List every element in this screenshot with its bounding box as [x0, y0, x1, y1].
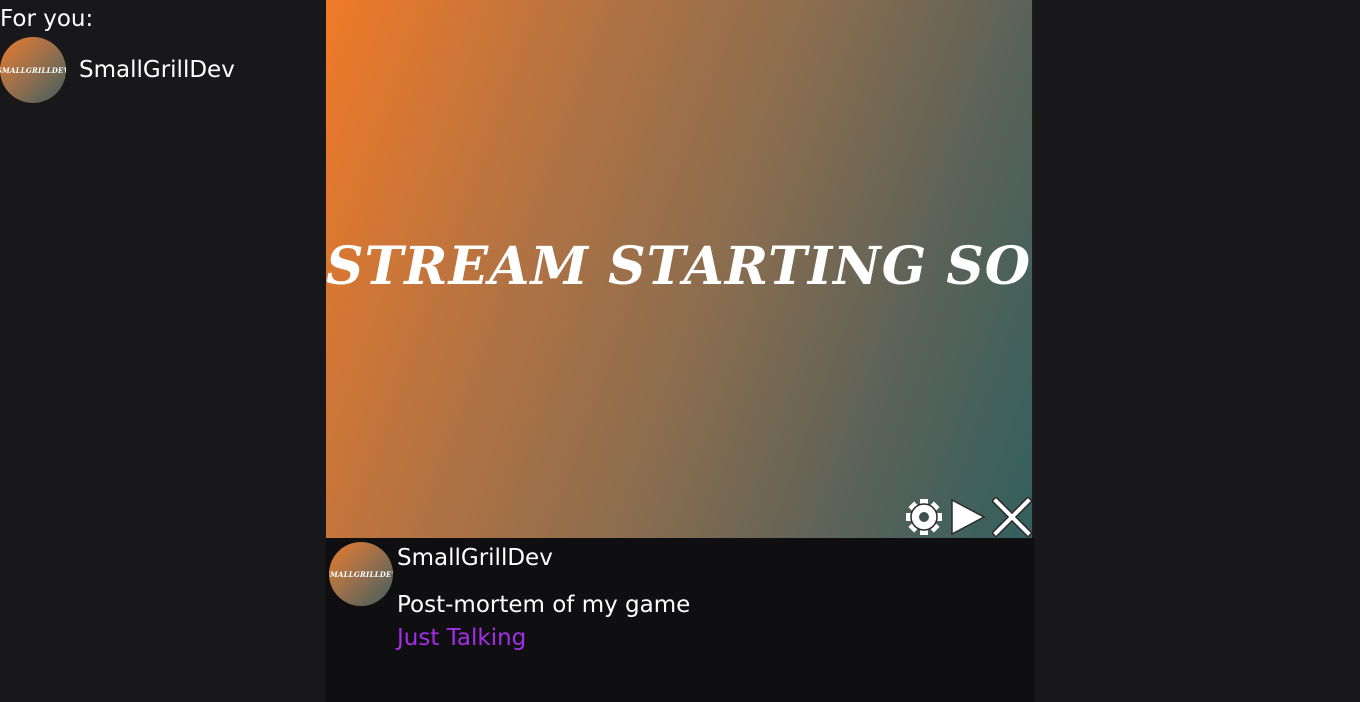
- play-button[interactable]: [946, 496, 990, 538]
- stream-info-panel: SMALLGRILLDEV SmallGrillDev Post-mortem …: [326, 538, 1034, 702]
- sidebar-heading: For you:: [0, 6, 94, 32]
- avatar-logo: SMALLGRILLDEV: [0, 65, 66, 75]
- avatar-logo: SMALLGRILLDEV: [329, 569, 393, 579]
- stream-channel-name[interactable]: SmallGrillDev: [397, 542, 553, 574]
- app: For you: SMALLGRILLDEV SmallGrillDev STR…: [0, 0, 1360, 702]
- stream-overlay-text: STREAM STARTING SOON!: [326, 236, 1034, 297]
- stream-info-avatar[interactable]: SMALLGRILLDEV: [329, 542, 393, 606]
- sidebar-channel-item[interactable]: SMALLGRILLDEV SmallGrillDev: [0, 37, 326, 103]
- settings-button[interactable]: [902, 496, 946, 538]
- right-empty-area: [1034, 0, 1360, 702]
- video-player[interactable]: STREAM STARTING SOON!: [326, 0, 1034, 538]
- gear-icon: [904, 497, 944, 537]
- close-button[interactable]: [990, 496, 1034, 538]
- stream-category-link[interactable]: Just Talking: [397, 622, 526, 654]
- sidebar: For you: SMALLGRILLDEV SmallGrillDev: [0, 0, 326, 702]
- avatar: SMALLGRILLDEV: [0, 37, 66, 103]
- play-icon: [948, 497, 988, 537]
- close-icon: [992, 497, 1032, 537]
- stream-title: Post-mortem of my game: [397, 592, 691, 618]
- sidebar-channel-name: SmallGrillDev: [79, 57, 235, 83]
- player-controls: [902, 496, 1034, 538]
